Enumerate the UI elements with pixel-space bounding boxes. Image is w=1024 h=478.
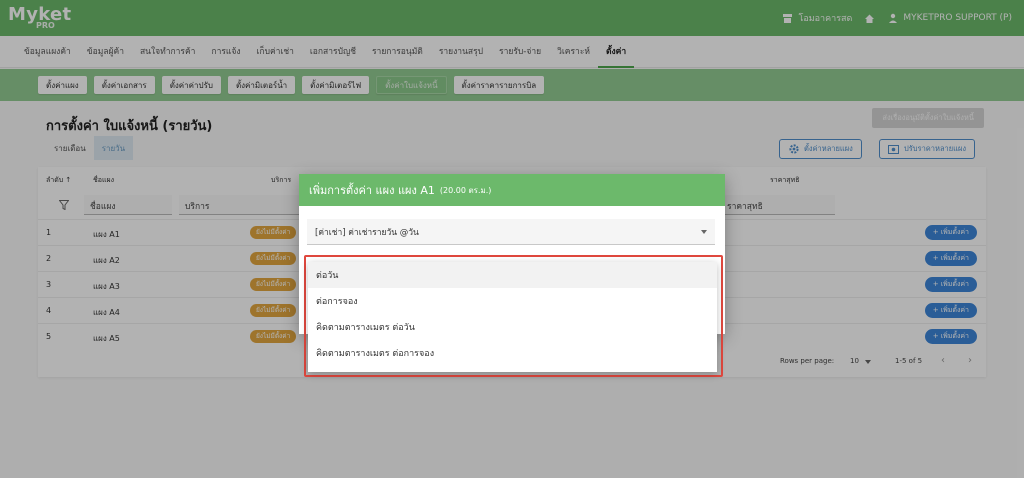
dialog-header: เพิ่มการตั้งค่า แผง แผง A1 (20.00 ตร.ม.)	[299, 174, 725, 206]
rate-type-select[interactable]: [ค่าเช่า] ค่าเช่ารายวัน @วัน	[307, 219, 715, 245]
dialog-title: เพิ่มการตั้งค่า แผง แผง A1	[309, 184, 435, 197]
dialog-title-area: (20.00 ตร.ม.)	[439, 185, 492, 195]
rate-type-select-value: [ค่าเช่า] ค่าเช่ารายวัน @วัน	[315, 227, 419, 238]
billing-unit-dropdown: ต่อวัน ต่อการจอง คิดตามตารางเมตร ต่อวัน …	[308, 262, 717, 372]
chevron-down-icon	[701, 229, 707, 234]
option-per-sqm-per-booking[interactable]: คิดตามตารางเมตร ต่อการจอง	[308, 340, 717, 366]
option-per-booking[interactable]: ต่อการจอง	[308, 288, 717, 314]
option-per-sqm-per-day[interactable]: คิดตามตารางเมตร ต่อวัน	[308, 314, 717, 340]
option-per-day[interactable]: ต่อวัน	[308, 262, 717, 288]
